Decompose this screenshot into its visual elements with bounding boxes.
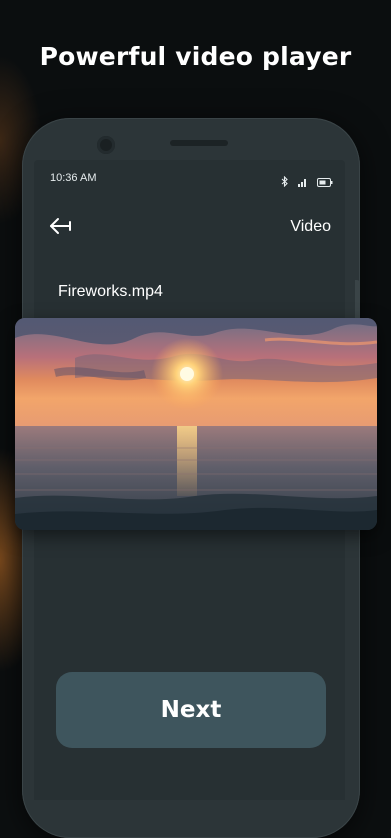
promo-title: Powerful video player (39, 42, 352, 71)
video-player[interactable] (15, 318, 377, 530)
back-arrow-icon[interactable] (48, 216, 74, 236)
next-button[interactable]: Next (56, 672, 326, 748)
page-title: Video (290, 218, 331, 235)
status-icons (281, 172, 333, 191)
front-camera (97, 136, 115, 154)
bluetooth-icon (281, 172, 289, 191)
status-time: 10:36 AM (50, 172, 97, 184)
battery-icon (317, 172, 333, 191)
earpiece-speaker (170, 140, 228, 146)
signal-icon (298, 172, 308, 191)
video-thumbnail (15, 318, 377, 530)
video-file-name: Fireworks.mp4 (58, 283, 163, 300)
